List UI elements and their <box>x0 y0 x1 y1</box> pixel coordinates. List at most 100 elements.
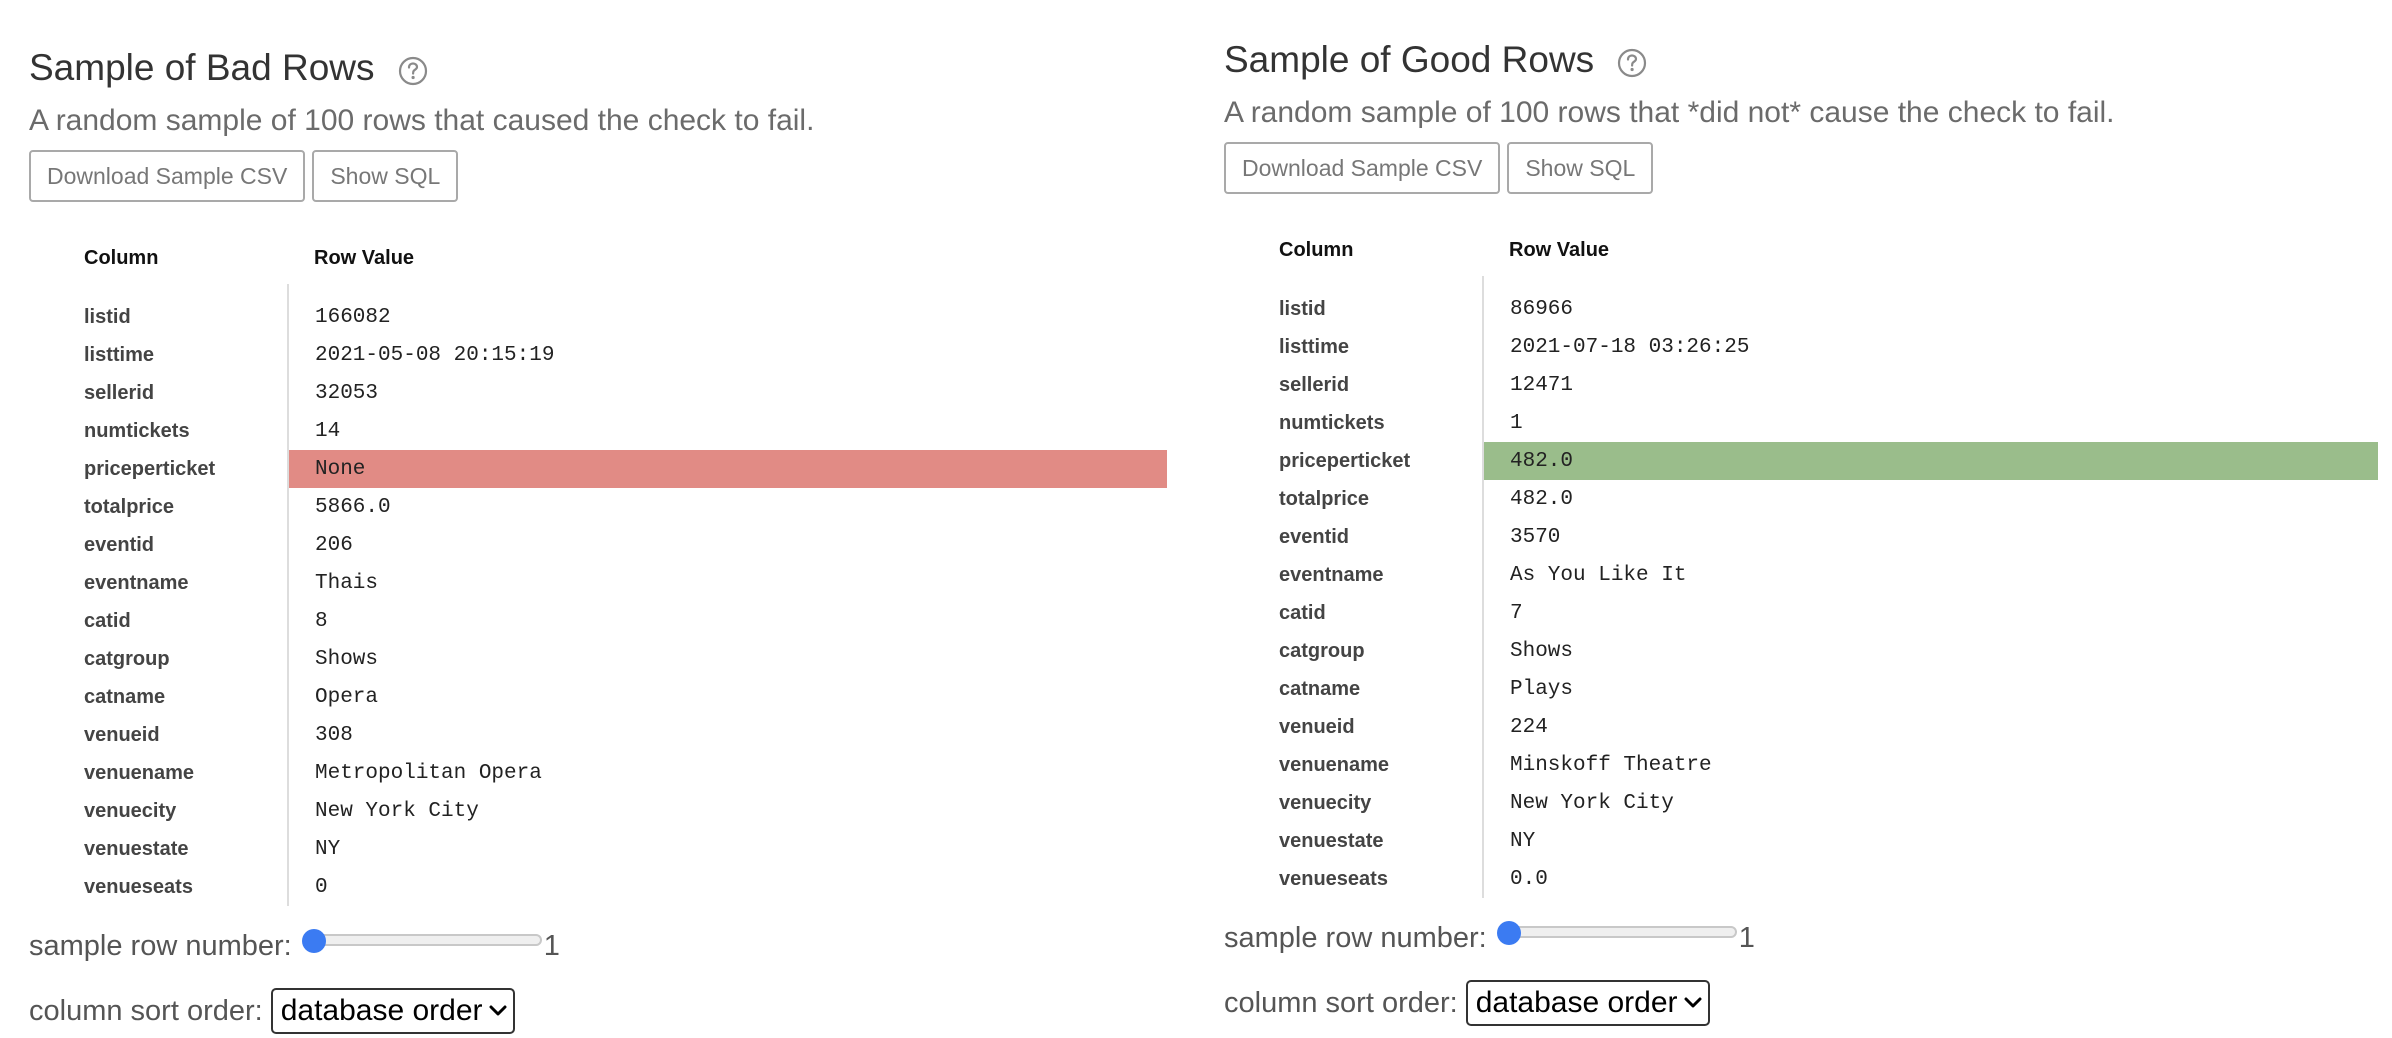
help-circle-icon[interactable] <box>397 55 429 87</box>
show-sql-button[interactable]: Show SQL <box>1507 142 1654 194</box>
column-name: venuecity <box>1224 784 1484 822</box>
table-row: venuename Metropolitan Opera <box>29 754 1167 792</box>
good-rows-table: Column Row Value listid 86966 listtime 202… <box>1224 224 2378 898</box>
table-row: venuename Minskoff Theatre <box>1224 746 2378 784</box>
table-row: totalprice 5866.0 <box>29 488 1167 526</box>
table-row: eventid 206 <box>29 526 1167 564</box>
select-value: database order <box>1475 986 1678 1019</box>
table-row: listid 86966 <box>1224 290 2378 328</box>
row-value: 32053 <box>315 381 379 405</box>
good-rows-panel: Sample of Good Rows A random sample of 1… <box>1224 0 2378 1026</box>
table-row: numtickets 1 <box>1224 404 2378 442</box>
sample-row-number-control: sample row number: 1 <box>1224 918 2378 958</box>
table-row: listid 166082 <box>29 298 1167 336</box>
table-row: venuestate NY <box>1224 822 2378 860</box>
row-value: 0.0 <box>1510 867 1548 891</box>
sample-row-number-label: sample row number: <box>29 929 292 962</box>
table-row: venuestate NY <box>29 830 1167 868</box>
row-value: Shows <box>315 647 379 671</box>
table-row: totalprice 482.0 <box>1224 480 2378 518</box>
row-value: 308 <box>315 723 353 747</box>
sample-row-slider[interactable] <box>1496 914 1737 950</box>
column-name: listtime <box>1224 328 1484 366</box>
sample-row-number-value: 1 <box>1738 921 1755 954</box>
row-value: 7 <box>1510 601 1523 625</box>
column-name: totalprice <box>29 488 289 526</box>
show-sql-button[interactable]: Show SQL <box>312 150 459 202</box>
table-row: venueid 308 <box>29 716 1167 754</box>
download-sample-csv-button[interactable]: Download Sample CSV <box>29 150 306 202</box>
row-value: 12471 <box>1510 373 1574 397</box>
column-name: catname <box>29 678 289 716</box>
table-row: catid 7 <box>1224 594 2378 632</box>
row-value: 14 <box>315 419 341 443</box>
table-header-row: Column Row Value <box>1224 224 2378 276</box>
column-name: venuecity <box>29 792 289 830</box>
column-sort-order-label: column sort order: <box>1224 986 1458 1019</box>
table-row: catname Plays <box>1224 670 2378 708</box>
column-name: sellerid <box>1224 366 1484 404</box>
row-value: 482.0 <box>1510 487 1574 511</box>
row-value: Thais <box>315 571 379 595</box>
column-name: venuename <box>1224 746 1484 784</box>
column-header: Column <box>84 246 159 269</box>
column-name: totalprice <box>1224 480 1484 518</box>
row-value: 8 <box>315 609 328 633</box>
table-spacer <box>1224 276 2378 290</box>
table-row: numtickets 14 <box>29 412 1167 450</box>
select-value: database order <box>280 994 483 1027</box>
slider-track[interactable] <box>305 934 542 946</box>
slider-thumb[interactable] <box>301 929 326 953</box>
table-row: sellerid 32053 <box>29 374 1167 412</box>
table-row: listtime 2021-07-18 03:26:25 <box>1224 328 2378 366</box>
good-rows-title-row: Sample of Good Rows <box>1224 30 2378 90</box>
bad-rows-button-row: Download Sample CSV Show SQL <box>29 150 1167 202</box>
column-name: venuename <box>29 754 289 792</box>
column-name: venuestate <box>29 830 289 868</box>
column-sort-order-select[interactable]: database order <box>1465 980 1710 1026</box>
download-sample-csv-button[interactable]: Download Sample CSV <box>1224 142 1501 194</box>
column-name: listid <box>29 298 289 336</box>
table-row: eventid 3570 <box>1224 518 2378 556</box>
row-value: 224 <box>1510 715 1548 739</box>
table-header-row: Column Row Value <box>29 232 1167 284</box>
column-name: catname <box>1224 670 1484 708</box>
column-name: numtickets <box>1224 404 1484 442</box>
row-value: 0 <box>315 875 328 899</box>
row-value: Shows <box>1510 639 1574 663</box>
column-sort-order-select[interactable]: database order <box>270 988 515 1034</box>
slider-track[interactable] <box>1500 926 1737 938</box>
sample-row-number-label: sample row number: <box>1224 921 1487 954</box>
column-header: Column <box>1279 238 1354 261</box>
row-value: 482.0 <box>1483 442 2378 480</box>
column-name: venuestate <box>1224 822 1484 860</box>
help-circle-icon[interactable] <box>1616 47 1648 79</box>
chevron-down-icon <box>1684 997 1702 1008</box>
column-name: catid <box>1224 594 1484 632</box>
table-row: sellerid 12471 <box>1224 366 2378 404</box>
table-row: listtime 2021-05-08 20:15:19 <box>29 336 1167 374</box>
row-value: Opera <box>315 685 379 709</box>
good-rows-description: A random sample of 100 rows that *did no… <box>1224 96 2115 129</box>
column-name: venueseats <box>29 868 289 906</box>
row-value: Metropolitan Opera <box>315 761 542 785</box>
column-sort-order-label: column sort order: <box>29 994 263 1027</box>
slider-thumb[interactable] <box>1496 921 1521 945</box>
sample-row-slider[interactable] <box>301 922 542 958</box>
column-name: eventname <box>1224 556 1484 594</box>
table-row-highlighted: priceperticket 482.0 <box>1224 442 2378 480</box>
column-name: priceperticket <box>29 450 289 488</box>
row-value-header: Row Value <box>1509 238 1610 261</box>
row-value: 5866.0 <box>315 495 391 519</box>
row-value: 2021-05-08 20:15:19 <box>315 343 555 367</box>
row-value: 86966 <box>1510 297 1574 321</box>
row-value: Minskoff Theatre <box>1510 753 1712 777</box>
table-row: catid 8 <box>29 602 1167 640</box>
table-row: venuecity New York City <box>29 792 1167 830</box>
bad-rows-title-row: Sample of Bad Rows <box>29 38 1167 98</box>
row-value: NY <box>1510 829 1536 853</box>
column-name: eventid <box>29 526 289 564</box>
sample-row-number-value: 1 <box>543 929 560 962</box>
column-name: venueid <box>29 716 289 754</box>
bad-rows-title: Sample of Bad Rows <box>29 47 375 88</box>
